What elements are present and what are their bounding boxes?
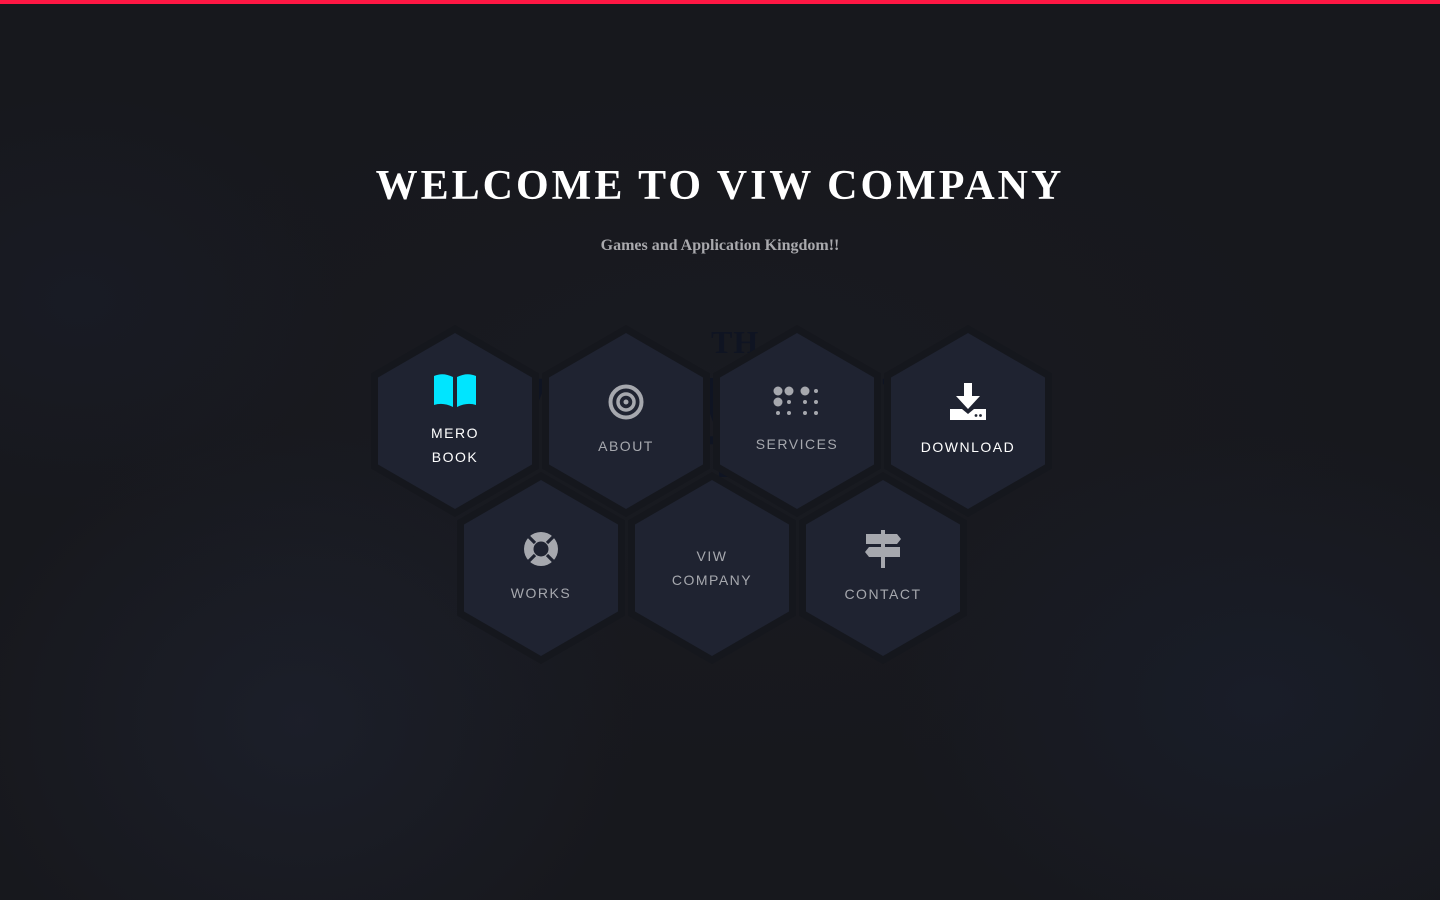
signpost-icon	[865, 530, 901, 568]
hex-label: CONTACT	[844, 586, 922, 602]
page-title: WELCOME TO VIW COMPANY	[375, 163, 1065, 209]
dots-grid-icon	[773, 386, 818, 415]
target-icon	[608, 384, 644, 420]
hex-label: DOWNLOAD	[920, 439, 1016, 455]
hex-works[interactable]: WORKS	[455, 470, 627, 666]
life-ring-icon	[524, 532, 558, 566]
hex-label: ABOUT	[598, 438, 654, 454]
download-icon	[950, 383, 986, 420]
page-subtitle: Games and Application Kingdom!!	[600, 237, 840, 254]
book-open-icon	[434, 374, 476, 407]
hex-viw-company[interactable]: VIW COMPANY	[626, 470, 798, 666]
hex-label: MERO BOOK	[431, 425, 479, 465]
hex-contact[interactable]: CONTACT	[797, 470, 969, 666]
hex-label: SERVICES	[755, 436, 839, 452]
hex-label: VIW COMPANY	[671, 548, 753, 588]
top-accent-bar	[0, 0, 1440, 4]
hex-label: WORKS	[510, 585, 572, 601]
